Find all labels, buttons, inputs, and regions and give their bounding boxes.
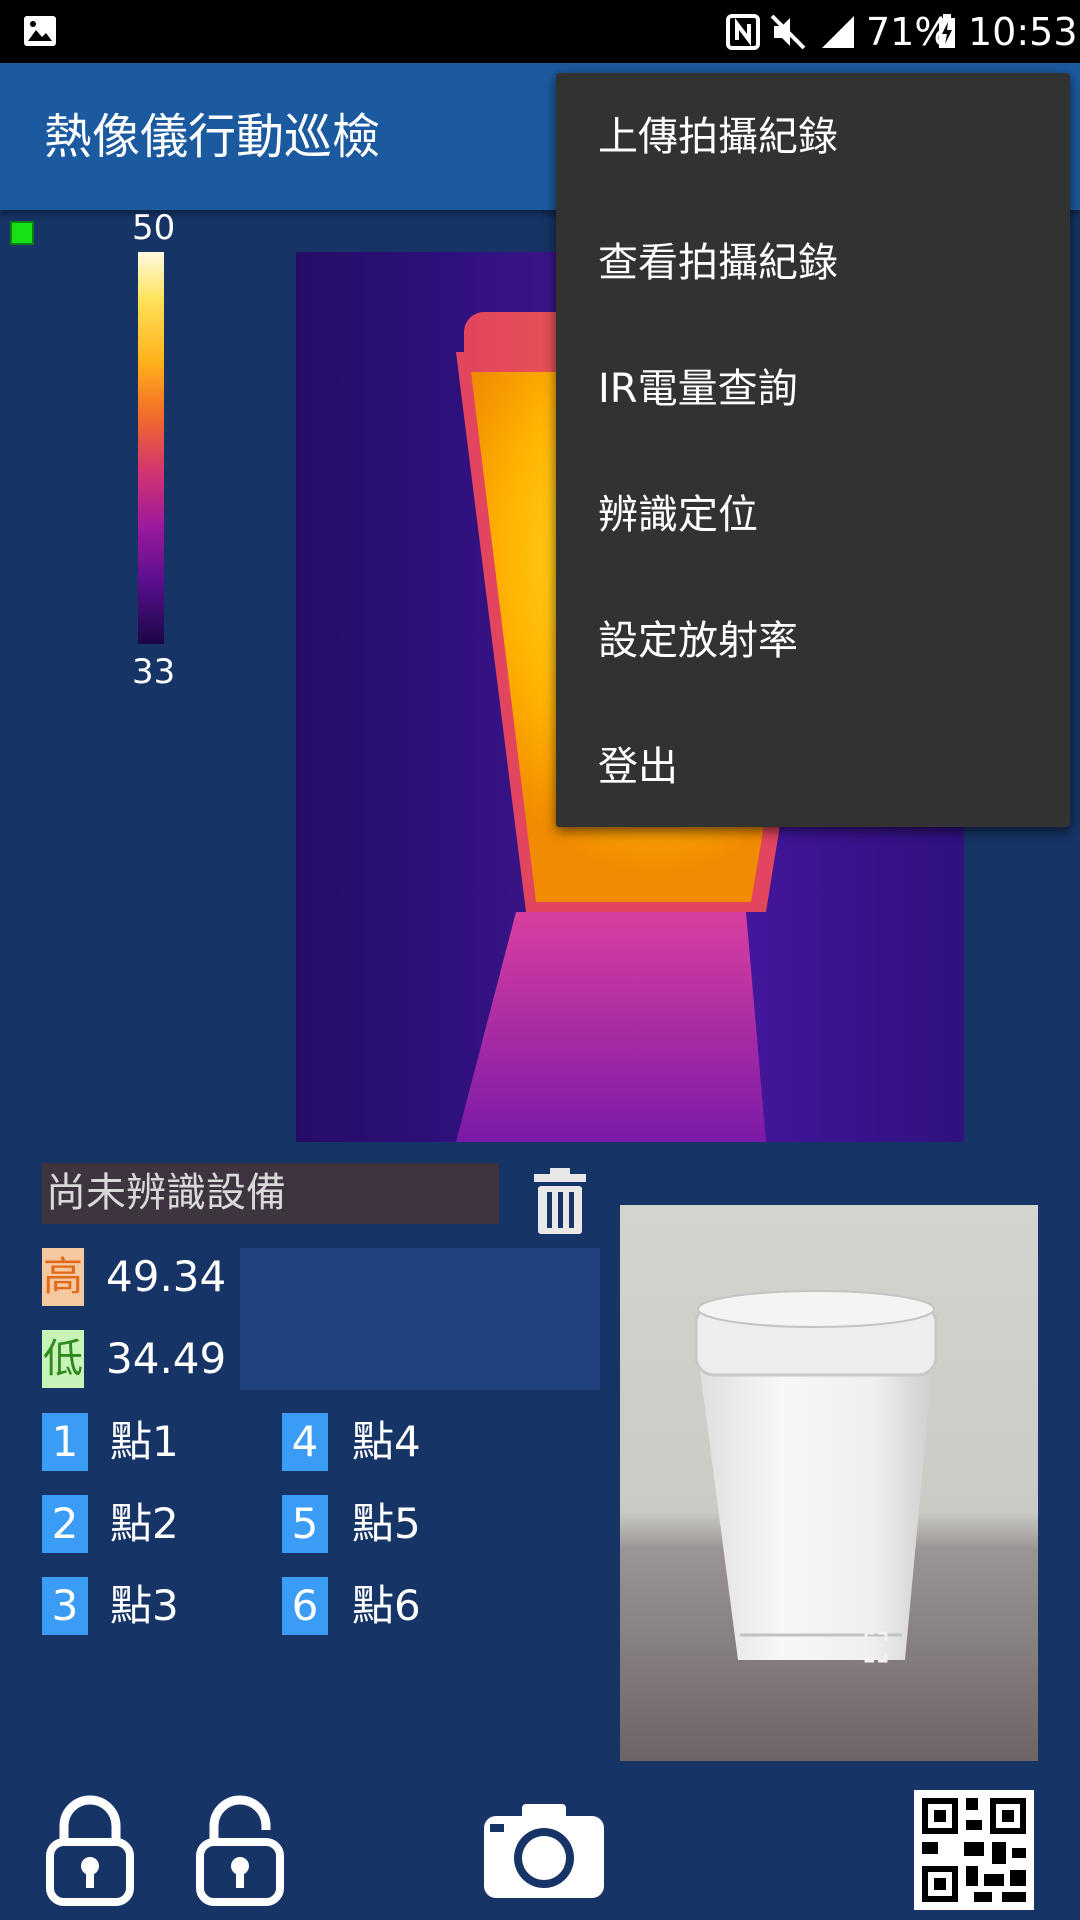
temperature-graph-area bbox=[240, 1248, 600, 1390]
unlock-icon[interactable] bbox=[196, 1794, 284, 1906]
trash-icon[interactable] bbox=[530, 1166, 590, 1236]
lock-icon[interactable] bbox=[46, 1794, 134, 1906]
menu-item-identify-location[interactable]: 辨識定位 bbox=[598, 491, 758, 539]
point-label-1: 點1 bbox=[110, 1417, 179, 1466]
point-label-3: 點3 bbox=[110, 1581, 179, 1630]
mute-icon bbox=[770, 14, 806, 50]
nfc-icon bbox=[726, 14, 760, 50]
point-label-4: 點4 bbox=[352, 1417, 421, 1466]
signal-icon bbox=[822, 16, 854, 48]
point-badge-6[interactable]: 6 bbox=[282, 1577, 328, 1635]
point-badge-3[interactable]: 3 bbox=[42, 1577, 88, 1635]
point-badge-4[interactable]: 4 bbox=[282, 1413, 328, 1471]
high-temp-badge: 高 bbox=[42, 1248, 84, 1306]
menu-item-set-emissivity[interactable]: 設定放射率 bbox=[598, 617, 798, 665]
camera-icon[interactable] bbox=[482, 1800, 606, 1900]
point-label-2: 點2 bbox=[110, 1499, 179, 1548]
scale-min-label: 33 bbox=[132, 652, 176, 692]
menu-item-upload-records[interactable]: 上傳拍攝紀錄 bbox=[598, 113, 838, 161]
menu-item-ir-battery[interactable]: IR電量查詢 bbox=[598, 365, 798, 413]
image-icon bbox=[24, 16, 56, 46]
camera-preview[interactable] bbox=[620, 1205, 1038, 1761]
battery-icon bbox=[939, 14, 955, 48]
scale-max-label: 50 bbox=[132, 208, 176, 248]
point-badge-5[interactable]: 5 bbox=[282, 1495, 328, 1553]
cup-photo bbox=[694, 1290, 938, 1663]
color-scale-bar bbox=[138, 252, 164, 644]
high-temp-value: 49.34 bbox=[106, 1252, 227, 1301]
point-badge-2[interactable]: 2 bbox=[42, 1495, 88, 1553]
low-temp-value: 34.49 bbox=[106, 1334, 227, 1383]
point-badge-1[interactable]: 1 bbox=[42, 1413, 88, 1471]
clock: 10:53 bbox=[968, 10, 1078, 54]
menu-item-logout[interactable]: 登出 bbox=[598, 743, 678, 791]
overflow-menu: 上傳拍攝紀錄 查看拍攝紀錄 IR電量查詢 辨識定位 設定放射率 登出 bbox=[556, 73, 1070, 827]
qr-code-icon[interactable] bbox=[914, 1790, 1034, 1910]
menu-item-view-records[interactable]: 查看拍攝紀錄 bbox=[598, 239, 838, 287]
status-bar: 71% 10:53 bbox=[0, 0, 1080, 63]
low-temp-badge: 低 bbox=[42, 1330, 84, 1388]
thermal-status-icon bbox=[10, 221, 34, 245]
device-status-field: 尚未辨識設備 bbox=[42, 1163, 499, 1224]
app-title: 熱像儀行動巡檢 bbox=[44, 109, 381, 165]
point-label-6: 點6 bbox=[352, 1581, 421, 1630]
point-label-5: 點5 bbox=[352, 1499, 421, 1548]
